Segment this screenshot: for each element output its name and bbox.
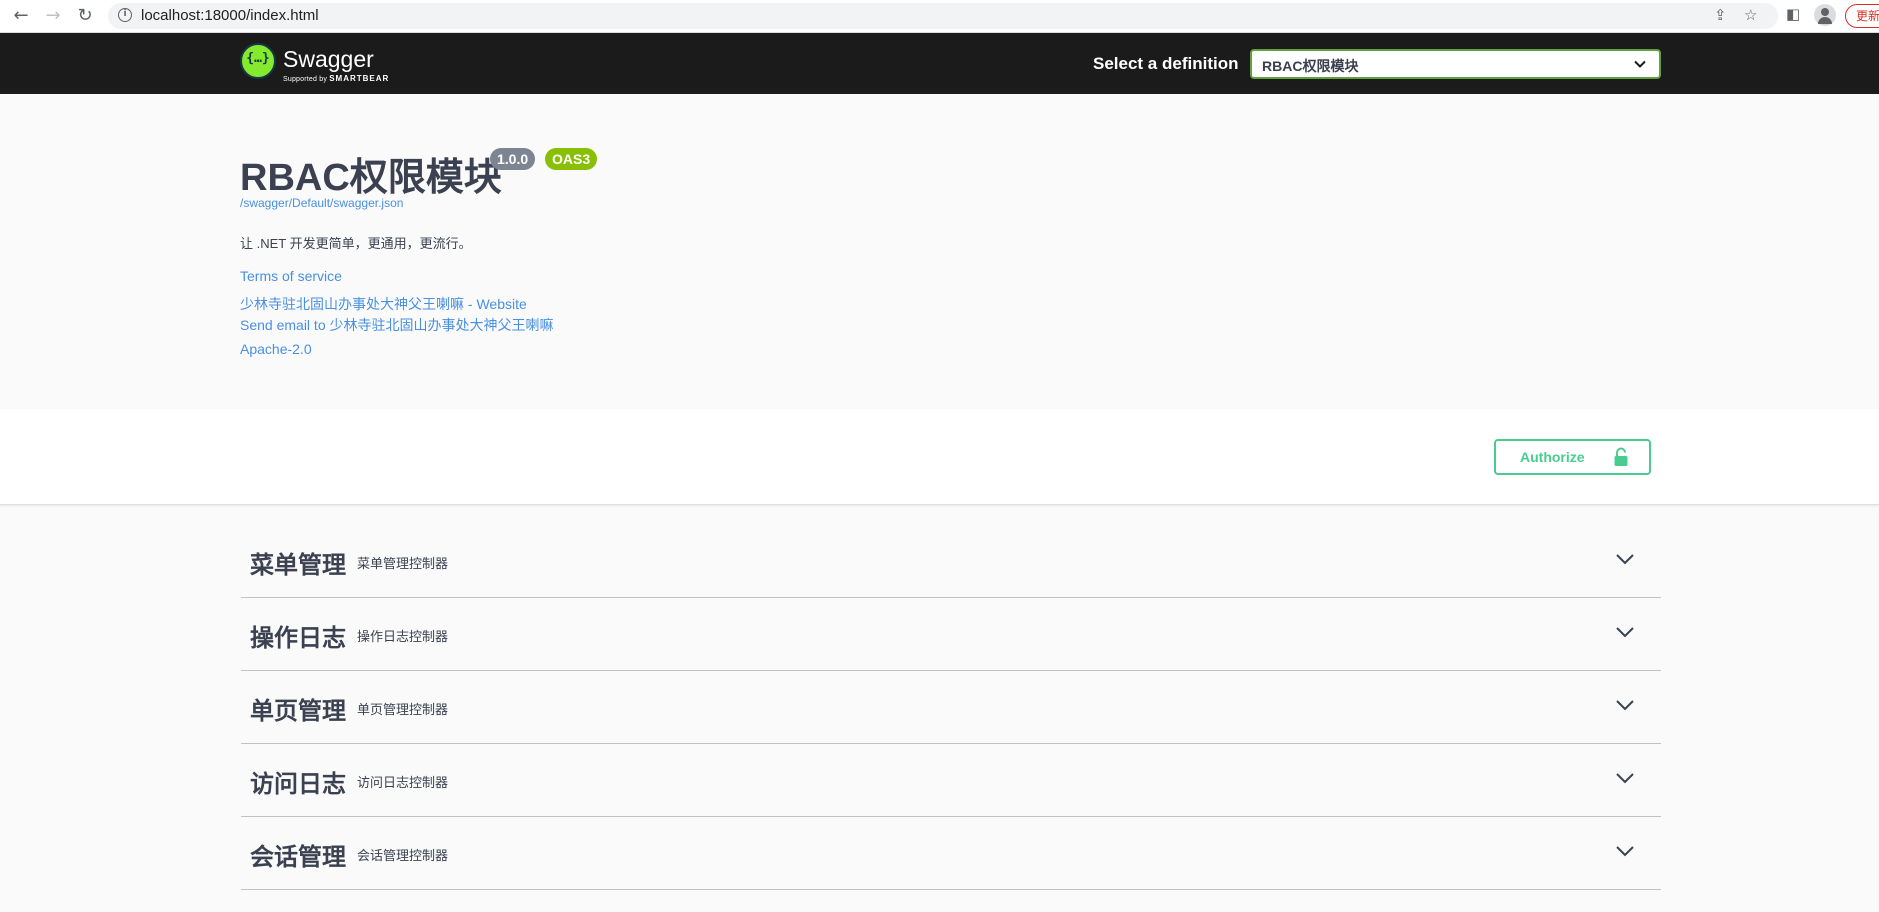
profile-avatar[interactable] [1814,4,1836,26]
chevron-down-icon[interactable] [1615,771,1635,785]
unlock-icon [1614,447,1628,466]
version-badge: 1.0.0 [490,148,536,170]
page-title: RBAC权限模块 [240,157,502,199]
tag-name[interactable]: 会话管理 [250,837,346,872]
site-info-icon[interactable]: i [118,8,132,22]
chevron-down-icon[interactable] [1615,698,1635,712]
license-link[interactable]: Apache-2.0 [240,341,312,357]
logo-subtitle: Supported by SMARTBEAR [283,74,390,83]
browser-toolbar: ← → ↻ i localhost:18000/index.html ⇪ ☆ ◧… [0,0,1879,33]
tag-name[interactable]: 菜单管理 [250,545,346,580]
api-info: RBAC权限模块 1.0.0 OAS3 /swagger/Default/swa… [0,94,1879,409]
website-link[interactable]: 少林寺驻北固山办事处大神父王喇嘛 - Website [240,294,527,314]
tag-description: 会话管理控制器 [357,848,449,863]
swagger-json-link[interactable]: /swagger/Default/swagger.json [240,196,403,210]
chevron-down-icon [1634,60,1646,68]
forward-arrow-icon[interactable]: → [40,4,66,28]
back-arrow-icon[interactable]: ← [8,4,34,28]
tag-description: 单页管理控制器 [357,702,449,717]
logo-name: Swagger [283,46,374,72]
swagger-logo[interactable]: {…} Swagger Supported by SMARTBEAR [240,43,400,85]
authorize-button[interactable]: Authorize [1494,439,1651,475]
chevron-down-icon[interactable] [1615,625,1635,639]
chevron-down-icon[interactable] [1615,552,1635,566]
definition-select[interactable]: RBAC权限模块 [1250,49,1661,79]
terms-of-service-link[interactable]: Terms of service [240,268,342,284]
tag-name[interactable]: 操作日志 [250,618,346,653]
tag-section[interactable]: 操作日志 操作日志控制器 [241,598,1661,671]
tag-section[interactable]: 菜单管理 菜单管理控制器 [241,525,1661,598]
tag-description: 访问日志控制器 [357,775,449,790]
url-text[interactable]: localhost:18000/index.html [141,7,319,24]
definition-label: Select a definition [1093,54,1239,73]
oas-badge: OAS3 [545,148,598,170]
tag-section[interactable]: 访问日志 访问日志控制器 [241,744,1661,817]
address-bar[interactable]: i localhost:18000/index.html ⇪ ☆ [108,3,1778,29]
tag-section[interactable]: 会话管理 会话管理控制器 [241,817,1661,890]
swagger-topbar: {…} Swagger Supported by SMARTBEAR Selec… [0,33,1879,94]
definition-select-value: RBAC权限模块 [1262,58,1359,74]
tag-description: 菜单管理控制器 [357,556,449,571]
api-description: 让 .NET 开发更简单，更通用，更流行。 [240,236,472,251]
tag-name[interactable]: 访问日志 [250,764,346,799]
tag-name[interactable]: 单页管理 [250,691,346,726]
bookmark-star-icon[interactable]: ☆ [1744,6,1757,24]
reload-icon[interactable]: ↻ [72,4,98,28]
side-panel-icon[interactable]: ◧ [1786,5,1800,23]
chevron-down-icon[interactable] [1615,844,1635,858]
scheme-container: Authorize [0,409,1879,505]
authorize-label: Authorize [1520,449,1585,465]
tag-description: 操作日志控制器 [357,629,449,644]
update-button[interactable]: 更新 [1845,4,1879,28]
tag-section[interactable]: 单页管理 单页管理控制器 [241,671,1661,744]
share-icon[interactable]: ⇪ [1714,6,1727,24]
braces-icon: {…} [246,51,270,66]
email-link[interactable]: Send email to 少林寺驻北固山办事处大神父王喇嘛 [240,315,554,335]
